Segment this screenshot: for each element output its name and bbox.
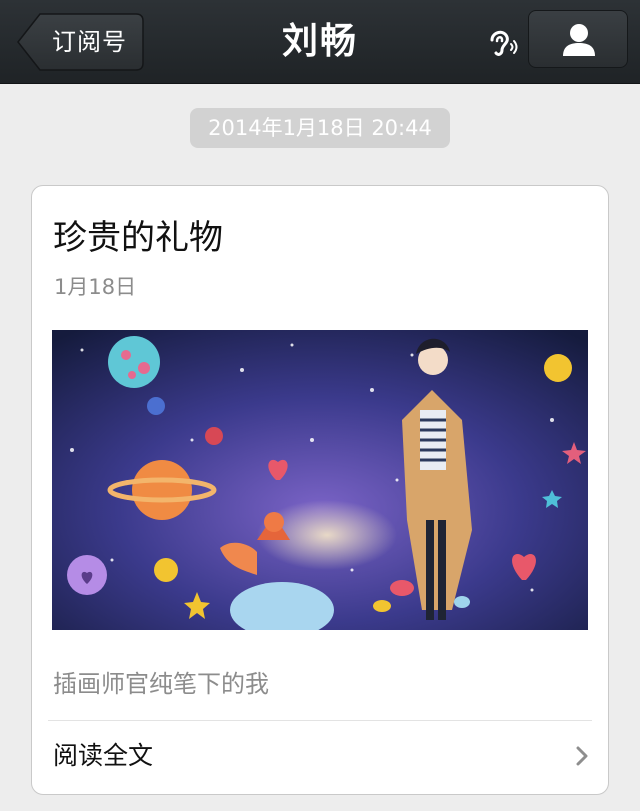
ear-icon[interactable]	[486, 26, 520, 60]
read-more-label: 阅读全文	[53, 741, 154, 770]
article-title: 珍贵的礼物	[53, 218, 223, 258]
message-timestamp: 2014年1月18日 20:44	[190, 108, 450, 148]
read-more-row[interactable]: 阅读全文	[32, 721, 608, 794]
navigation-bar: 订阅号 刘畅	[0, 0, 640, 84]
person-icon	[563, 24, 595, 56]
article-cover-image[interactable]	[52, 330, 588, 630]
back-button[interactable]: 订阅号	[16, 13, 144, 71]
profile-button[interactable]	[528, 10, 628, 68]
page-title: 刘畅	[281, 21, 358, 62]
article-card[interactable]: 珍贵的礼物 1月18日 插画师官纯笔下的我 阅读全文	[31, 185, 609, 795]
chevron-right-icon	[576, 746, 588, 766]
article-description: 插画师官纯笔下的我	[53, 670, 269, 698]
back-button-label: 订阅号	[52, 28, 127, 56]
article-date: 1月18日	[54, 275, 137, 299]
